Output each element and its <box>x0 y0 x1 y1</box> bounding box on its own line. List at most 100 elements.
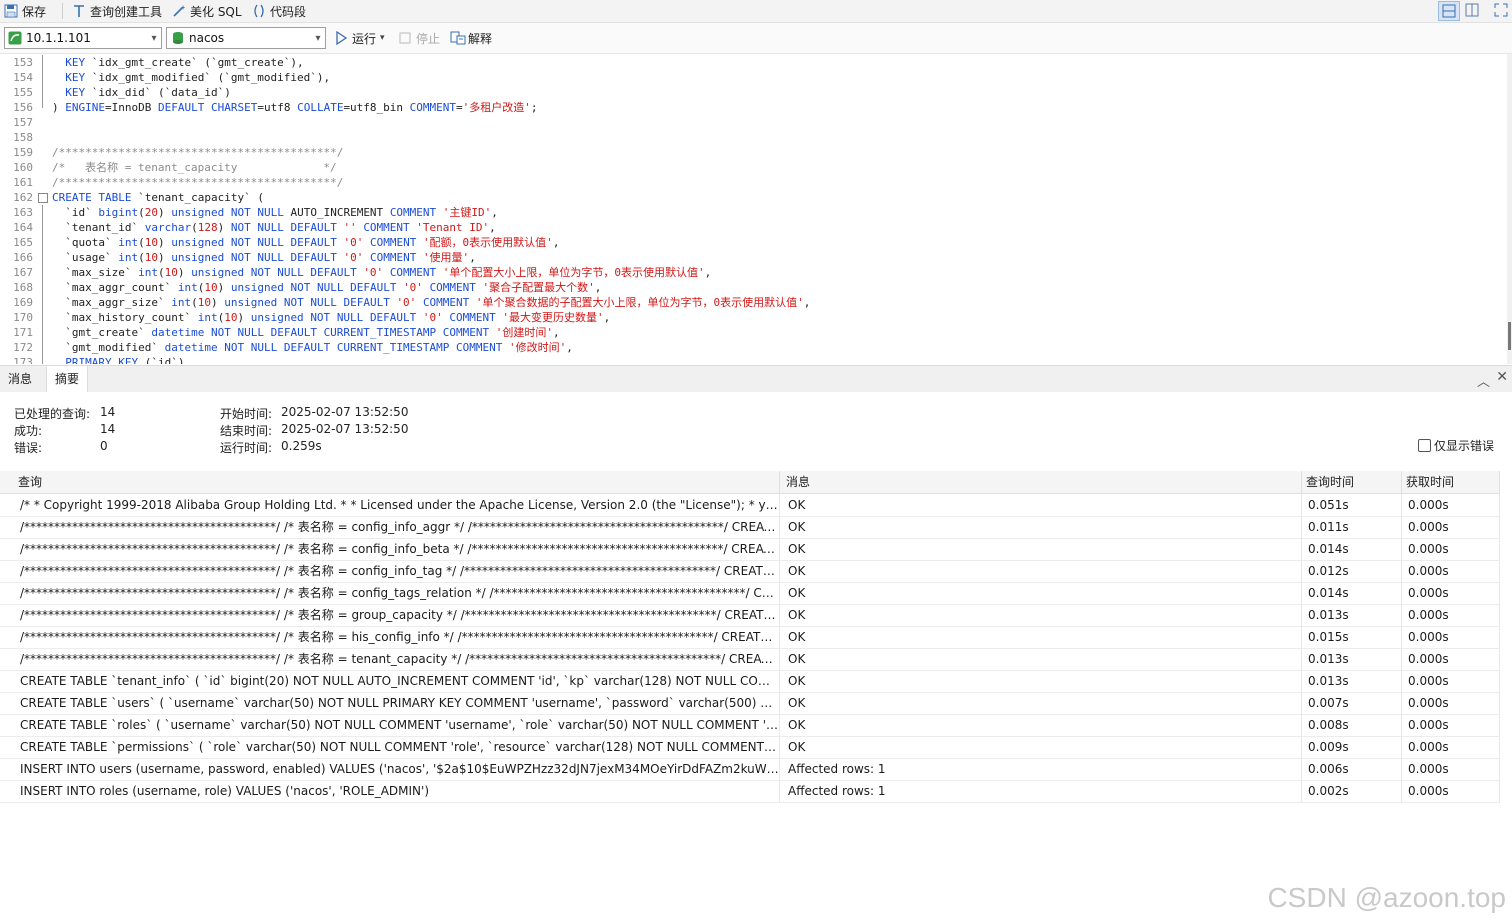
fetch-time-cell[interactable]: 0.000s <box>1402 736 1500 758</box>
table-row[interactable]: /***************************************… <box>0 516 1500 539</box>
fetch-time-cell[interactable]: 0.000s <box>1402 494 1500 516</box>
sql-editor[interactable]: 153 KEY `idx_gmt_create` (`gmt_create`),… <box>0 54 1507 364</box>
fetch-time-cell[interactable]: 0.000s <box>1402 604 1500 626</box>
editor-scrollbar-thumb[interactable] <box>1508 322 1511 350</box>
column-header-query[interactable]: 查询 <box>14 471 780 493</box>
query-cell[interactable]: INSERT INTO roles (username, role) VALUE… <box>14 780 780 802</box>
tab-message[interactable]: 消息 <box>0 366 40 392</box>
query-cell[interactable]: /* * Copyright 1999-2018 Alibaba Group H… <box>14 494 780 516</box>
query-cell[interactable]: CREATE TABLE `roles` ( `username` varcha… <box>14 714 780 736</box>
query-time-cell[interactable]: 0.013s <box>1302 604 1402 626</box>
fold-toggle-icon[interactable] <box>38 193 48 203</box>
query-cell[interactable]: CREATE TABLE `users` ( `username` varcha… <box>14 692 780 714</box>
message-cell[interactable]: OK <box>782 604 1302 626</box>
query-time-cell[interactable]: 0.002s <box>1302 780 1402 802</box>
message-cell[interactable]: OK <box>782 516 1302 538</box>
query-time-cell[interactable]: 0.012s <box>1302 560 1402 582</box>
query-cell[interactable]: CREATE TABLE `tenant_info` ( `id` bigint… <box>14 670 780 692</box>
message-cell[interactable]: OK <box>782 560 1302 582</box>
message-cell[interactable]: OK <box>782 538 1302 560</box>
query-cell[interactable]: /***************************************… <box>14 538 780 560</box>
table-row[interactable]: /***************************************… <box>0 626 1500 649</box>
server-select[interactable]: 10.1.1.101 ▾ <box>4 27 162 49</box>
table-row[interactable]: /***************************************… <box>0 582 1500 605</box>
query-time-cell[interactable]: 0.013s <box>1302 670 1402 692</box>
layout-split-vertical-button[interactable] <box>1462 1 1484 21</box>
message-cell[interactable]: OK <box>782 582 1302 604</box>
run-dropdown-icon[interactable]: ▾ <box>380 33 385 43</box>
query-cell[interactable]: /***************************************… <box>14 626 780 648</box>
query-cell[interactable]: CREATE TABLE `permissions` ( `role` varc… <box>14 736 780 758</box>
message-cell[interactable]: OK <box>782 494 1302 516</box>
message-cell[interactable]: OK <box>782 692 1302 714</box>
error-value: 0 <box>100 439 108 453</box>
save-button[interactable]: 保存 <box>4 2 46 20</box>
table-row[interactable]: /***************************************… <box>0 648 1500 671</box>
message-cell[interactable]: OK <box>782 626 1302 648</box>
only-errors-checkbox[interactable] <box>1417 439 1431 452</box>
query-time-cell[interactable]: 0.014s <box>1302 582 1402 604</box>
only-errors-toggle[interactable]: 仅显示错误 <box>1417 437 1494 454</box>
code-snippet-button[interactable]: 代码段 <box>252 2 306 20</box>
fetch-time-cell[interactable]: 0.000s <box>1402 516 1500 538</box>
close-panel-icon[interactable]: ✕ <box>1496 369 1508 385</box>
fetch-time-cell[interactable]: 0.000s <box>1402 692 1500 714</box>
collapse-panel-icon[interactable]: ︿ <box>1477 371 1490 390</box>
fullscreen-button[interactable] <box>1492 1 1512 21</box>
fetch-time-cell[interactable]: 0.000s <box>1402 648 1500 670</box>
table-row[interactable]: CREATE TABLE `permissions` ( `role` varc… <box>0 736 1500 759</box>
table-row[interactable]: /* * Copyright 1999-2018 Alibaba Group H… <box>0 494 1500 517</box>
fetch-time-cell[interactable]: 0.000s <box>1402 670 1500 692</box>
fetch-time-cell[interactable]: 0.000s <box>1402 538 1500 560</box>
column-header-fetch-time[interactable]: 获取时间 <box>1402 471 1500 493</box>
message-cell[interactable]: OK <box>782 736 1302 758</box>
query-cell[interactable]: /***************************************… <box>14 604 780 626</box>
beautify-sql-button[interactable]: 美化 SQL <box>172 2 242 20</box>
query-time-cell[interactable]: 0.011s <box>1302 516 1402 538</box>
query-cell[interactable]: INSERT INTO users (username, password, e… <box>14 758 780 780</box>
query-time-cell[interactable]: 0.006s <box>1302 758 1402 780</box>
column-header-query-time[interactable]: 查询时间 <box>1302 471 1402 493</box>
message-cell[interactable]: Affected rows: 1 <box>782 758 1302 780</box>
fetch-time-cell[interactable]: 0.000s <box>1402 758 1500 780</box>
query-cell[interactable]: /***************************************… <box>14 648 780 670</box>
query-time-cell[interactable]: 0.051s <box>1302 494 1402 516</box>
database-select[interactable]: nacos ▾ <box>166 27 326 49</box>
message-cell[interactable]: OK <box>782 670 1302 692</box>
message-cell[interactable]: Affected rows: 1 <box>782 780 1302 802</box>
column-header-message[interactable]: 消息 <box>782 471 1302 493</box>
query-time-cell[interactable]: 0.015s <box>1302 626 1402 648</box>
table-row[interactable]: CREATE TABLE `roles` ( `username` varcha… <box>0 714 1500 737</box>
message-cell[interactable]: OK <box>782 648 1302 670</box>
table-row[interactable]: INSERT INTO users (username, password, e… <box>0 758 1500 781</box>
fetch-time-cell[interactable]: 0.000s <box>1402 582 1500 604</box>
fetch-time-cell[interactable]: 0.000s <box>1402 780 1500 802</box>
query-time-cell[interactable]: 0.009s <box>1302 736 1402 758</box>
table-row[interactable]: /***************************************… <box>0 604 1500 627</box>
table-row[interactable]: /***************************************… <box>0 560 1500 583</box>
layout-split-horizontal-button[interactable] <box>1438 1 1460 21</box>
fetch-time-cell[interactable]: 0.000s <box>1402 560 1500 582</box>
fetch-time-cell[interactable]: 0.000s <box>1402 714 1500 736</box>
fetch-time-cell[interactable]: 0.000s <box>1402 626 1500 648</box>
table-row[interactable]: CREATE TABLE `tenant_info` ( `id` bigint… <box>0 670 1500 693</box>
message-cell[interactable]: OK <box>782 714 1302 736</box>
query-time-cell[interactable]: 0.013s <box>1302 648 1402 670</box>
query-cell[interactable]: /***************************************… <box>14 560 780 582</box>
tab-summary[interactable]: 摘要 <box>46 366 89 393</box>
table-row[interactable]: INSERT INTO roles (username, role) VALUE… <box>0 780 1500 803</box>
query-cell[interactable]: /***************************************… <box>14 516 780 538</box>
query-time-cell[interactable]: 0.007s <box>1302 692 1402 714</box>
explain-button[interactable]: 解释 <box>450 29 492 47</box>
code-line: 169 `max_aggr_size` int(10) unsigned NOT… <box>0 295 1500 310</box>
query-builder-button[interactable]: 查询创建工具 <box>72 2 162 20</box>
query-time-cell[interactable]: 0.014s <box>1302 538 1402 560</box>
editor-scrollbar[interactable] <box>1507 54 1512 364</box>
run-button[interactable]: 运行 ▾ <box>334 29 385 47</box>
processed-label: 已处理的查询: <box>14 407 91 421</box>
table-row[interactable]: /***************************************… <box>0 538 1500 561</box>
table-row[interactable]: CREATE TABLE `users` ( `username` varcha… <box>0 692 1500 715</box>
stop-button[interactable]: 停止 <box>398 29 440 47</box>
query-cell[interactable]: /***************************************… <box>14 582 780 604</box>
query-time-cell[interactable]: 0.008s <box>1302 714 1402 736</box>
